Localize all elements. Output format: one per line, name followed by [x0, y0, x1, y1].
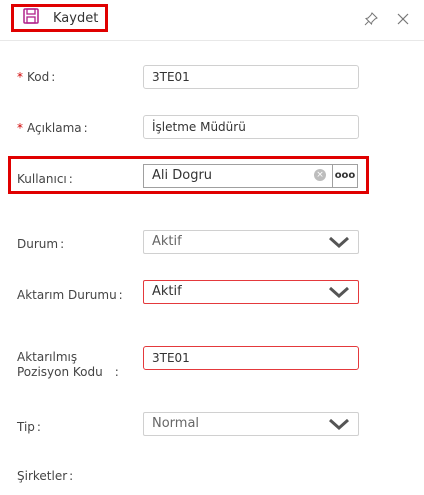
durum-label: Durum: [17, 237, 65, 251]
chevron-down-icon [329, 236, 349, 248]
save-label: Kaydet [53, 10, 99, 26]
tip-label: Tip: [17, 420, 41, 434]
durum-select[interactable]: Aktif [143, 230, 359, 254]
kullanici-label: Kullanıcı: [17, 172, 73, 186]
kullanici-lookup: Ali Dogru × ooo [143, 164, 358, 188]
close-icon[interactable] [396, 11, 410, 25]
aciklama-label: * Açıklama: [17, 121, 88, 135]
aktarim-durumu-label: Aktarım Durumu: [17, 288, 123, 302]
kod-input[interactable]: 3TE01 [143, 65, 359, 89]
required-marker: * [17, 121, 23, 135]
aciklama-input[interactable]: İşletme Müdürü [143, 115, 359, 139]
pin-icon[interactable] [364, 11, 378, 26]
tip-select[interactable]: Normal [143, 412, 359, 436]
chevron-down-icon [329, 418, 349, 430]
kullanici-input[interactable]: Ali Dogru [143, 164, 333, 188]
save-icon [23, 8, 39, 28]
lookup-button[interactable]: ooo [333, 164, 358, 188]
kod-label: * Kod: [17, 70, 56, 84]
aktarim-durumu-select[interactable]: Aktif [143, 280, 359, 304]
aktarilmis-pozisyon-label: Aktarılmış Pozisyon Kodu: [17, 350, 119, 379]
aktarilmis-pozisyon-input[interactable]: 3TE01 [143, 346, 359, 370]
required-marker: * [17, 70, 23, 84]
clear-icon[interactable]: × [314, 169, 326, 181]
save-button[interactable]: Kaydet [11, 4, 108, 32]
toolbar: Kaydet [0, 0, 424, 41]
chevron-down-icon [329, 286, 349, 298]
sirketler-label: Şirketler: [17, 469, 74, 483]
